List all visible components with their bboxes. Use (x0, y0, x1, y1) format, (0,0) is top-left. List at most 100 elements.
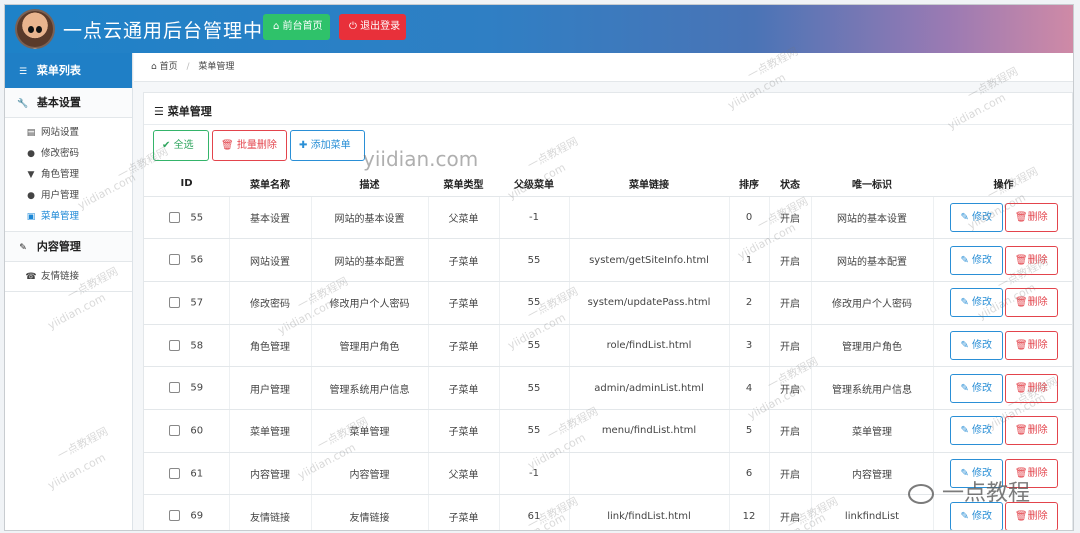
edit-button[interactable]: ✎ 修改 (949, 202, 1003, 232)
edit-button[interactable]: ✎ 修改 (949, 330, 1003, 360)
edit-button[interactable]: ✎ 修改 (949, 501, 1003, 530)
row-checkbox[interactable] (169, 467, 181, 479)
delete-button[interactable]: 🗑删除 (1004, 202, 1058, 232)
table-cell: 开启 (769, 494, 812, 530)
logout-button-label: 退出登录 (360, 21, 401, 32)
row-checkbox[interactable] (169, 211, 181, 223)
column-header: 状态 (769, 171, 811, 197)
table-cell: -1 (499, 452, 570, 496)
sidebar-header: ☰ 菜单列表 (5, 53, 132, 88)
sidebar-item-label: 用户管理 (41, 190, 80, 201)
table-cell: 子菜单 (428, 281, 500, 325)
table-cell: 61 (499, 494, 570, 530)
row-checkbox[interactable] (169, 510, 181, 522)
table-cell: 55 (144, 196, 230, 240)
edit-label: 修改 (972, 425, 993, 437)
table-cell: linkfindList (811, 494, 934, 530)
sidebar-item-menus[interactable]: ▣ 菜单管理 (5, 206, 132, 227)
table-cell: 58 (144, 324, 230, 368)
table-cell: 2 (729, 281, 770, 325)
avatar-logo (15, 9, 55, 49)
row-id: 60 (190, 425, 204, 437)
delete-button[interactable]: 🗑删除 (1004, 288, 1058, 318)
edit-button[interactable]: ✎ 修改 (949, 416, 1003, 446)
edit-icon: ✎ (19, 243, 27, 253)
sidebar-item-links[interactable]: ☎ 友情链接 (5, 266, 132, 287)
table-cell: 父菜单 (428, 452, 500, 496)
edit-label: 修改 (972, 297, 993, 309)
table-cell: 网站的基本设置 (811, 196, 934, 240)
table-cell: 内容管理 (229, 452, 312, 496)
edit-label: 修改 (972, 211, 993, 223)
table-cell: 角色管理 (229, 324, 312, 368)
sidebar-item-change-password[interactable]: ● 修改密码 (5, 143, 132, 164)
home-button[interactable]: ⌂ 前台首页 (263, 14, 330, 40)
table-cell: 菜单管理 (311, 409, 429, 453)
pencil-icon: ✎ (960, 211, 969, 223)
table-row: 60 菜单管理 菜单管理 子菜单 55 menu/findList.html 5 开启 菜单管理… (144, 409, 1073, 453)
table-row: 57 修改密码 修改用户个人密码 子菜单 55 system/updatePass.htm… (144, 281, 1073, 325)
row-checkbox[interactable] (169, 254, 181, 266)
delete-button[interactable]: 🗑删除 (1004, 501, 1058, 530)
breadcrumb-current: 菜单管理 (198, 62, 235, 72)
sidebar-item-users[interactable]: ● 用户管理 (5, 185, 132, 206)
pencil-icon: ✎ (960, 297, 969, 309)
trash-icon: 🗑 (1014, 254, 1028, 266)
row-checkbox[interactable] (169, 339, 181, 351)
trash-icon: 🗑 (1014, 211, 1028, 223)
edit-button[interactable]: ✎ 修改 (949, 458, 1003, 488)
delete-button[interactable]: 🗑删除 (1004, 458, 1058, 488)
pencil-icon: ✎ (960, 425, 969, 437)
breadcrumb-home[interactable]: 首页 (160, 62, 178, 72)
table-cell: 3 (729, 324, 770, 368)
row-id: 56 (190, 254, 204, 266)
delete-button[interactable]: 🗑删除 (1004, 330, 1058, 360)
edit-button[interactable]: ✎ 修改 (949, 373, 1003, 403)
sidebar-item-roles[interactable]: ▼ 角色管理 (5, 164, 132, 185)
table-cell (569, 196, 730, 240)
table-cell: 菜单管理 (229, 409, 312, 453)
delete-label: 删除 (1027, 382, 1048, 394)
pencil-icon: ✎ (960, 510, 969, 522)
table-cell: 5 (729, 409, 770, 453)
menu-table: ID 菜单名称 描述 菜单类型 父级菜单 菜单链接 排序 状态 唯一标识 操作 … (144, 171, 1073, 530)
select-all-button[interactable]: ✔ 全选 (153, 130, 209, 161)
table-cell: 父菜单 (428, 196, 500, 240)
panel-title: ☰ 菜单管理 (154, 103, 212, 119)
camera-icon: ▣ (26, 212, 36, 222)
table-cell: 用户管理 (229, 366, 312, 410)
edit-button[interactable]: ✎ 修改 (949, 288, 1003, 318)
row-id: 55 (190, 212, 204, 224)
table-row: 69 友情链接 友情链接 子菜单 61 link/findList.html 12 开启 lin… (144, 494, 1073, 530)
batch-delete-button[interactable]: 🗑 批量删除 (212, 130, 287, 161)
sidebar-item-site-settings[interactable]: ▤ 网站设置 (5, 122, 132, 143)
row-checkbox[interactable] (169, 425, 181, 437)
pencil-icon: ✎ (960, 382, 969, 394)
sidebar-group-basic[interactable]: 🔧 基本设置 (5, 88, 132, 118)
panel-title-text: 菜单管理 (167, 105, 212, 118)
add-menu-button[interactable]: ✚ 添加菜单 (290, 130, 365, 161)
edit-button[interactable]: ✎ 修改 (949, 245, 1003, 275)
table-cell: 管理系统用户信息 (811, 366, 934, 410)
actions-cell: ✎ 修改 🗑删除 (933, 494, 1073, 530)
delete-label: 删除 (1027, 425, 1048, 437)
table-cell: 69 (144, 494, 230, 530)
table-cell: 子菜单 (428, 366, 500, 410)
sidebar-item-label: 网站设置 (41, 127, 80, 138)
sidebar: ☰ 菜单列表 🔧 基本设置 ▤ 网站设置 ● 修改密码 ▼ 角色管理 ● 用户管理 ▣ 菜… (5, 53, 133, 530)
check-icon: ✔ (162, 140, 171, 151)
table-cell: link/findList.html (569, 494, 730, 530)
delete-button[interactable]: 🗑删除 (1004, 373, 1058, 403)
actions-cell: ✎ 修改 🗑删除 (933, 409, 1073, 453)
table-cell: 55 (499, 409, 570, 453)
breadcrumb: ⌂ 首页 / 菜单管理 (134, 53, 1073, 82)
row-checkbox[interactable] (169, 296, 181, 308)
delete-button[interactable]: 🗑删除 (1004, 245, 1058, 275)
logout-button[interactable]: ⏻ 退出登录 (339, 14, 406, 40)
row-checkbox[interactable] (169, 382, 181, 394)
table-cell: 修改用户个人密码 (811, 281, 934, 325)
column-header: 菜单链接 (569, 171, 729, 197)
table-cell: 开启 (769, 281, 812, 325)
sidebar-group-content[interactable]: ✎ 内容管理 (5, 232, 132, 262)
delete-button[interactable]: 🗑删除 (1004, 416, 1058, 446)
